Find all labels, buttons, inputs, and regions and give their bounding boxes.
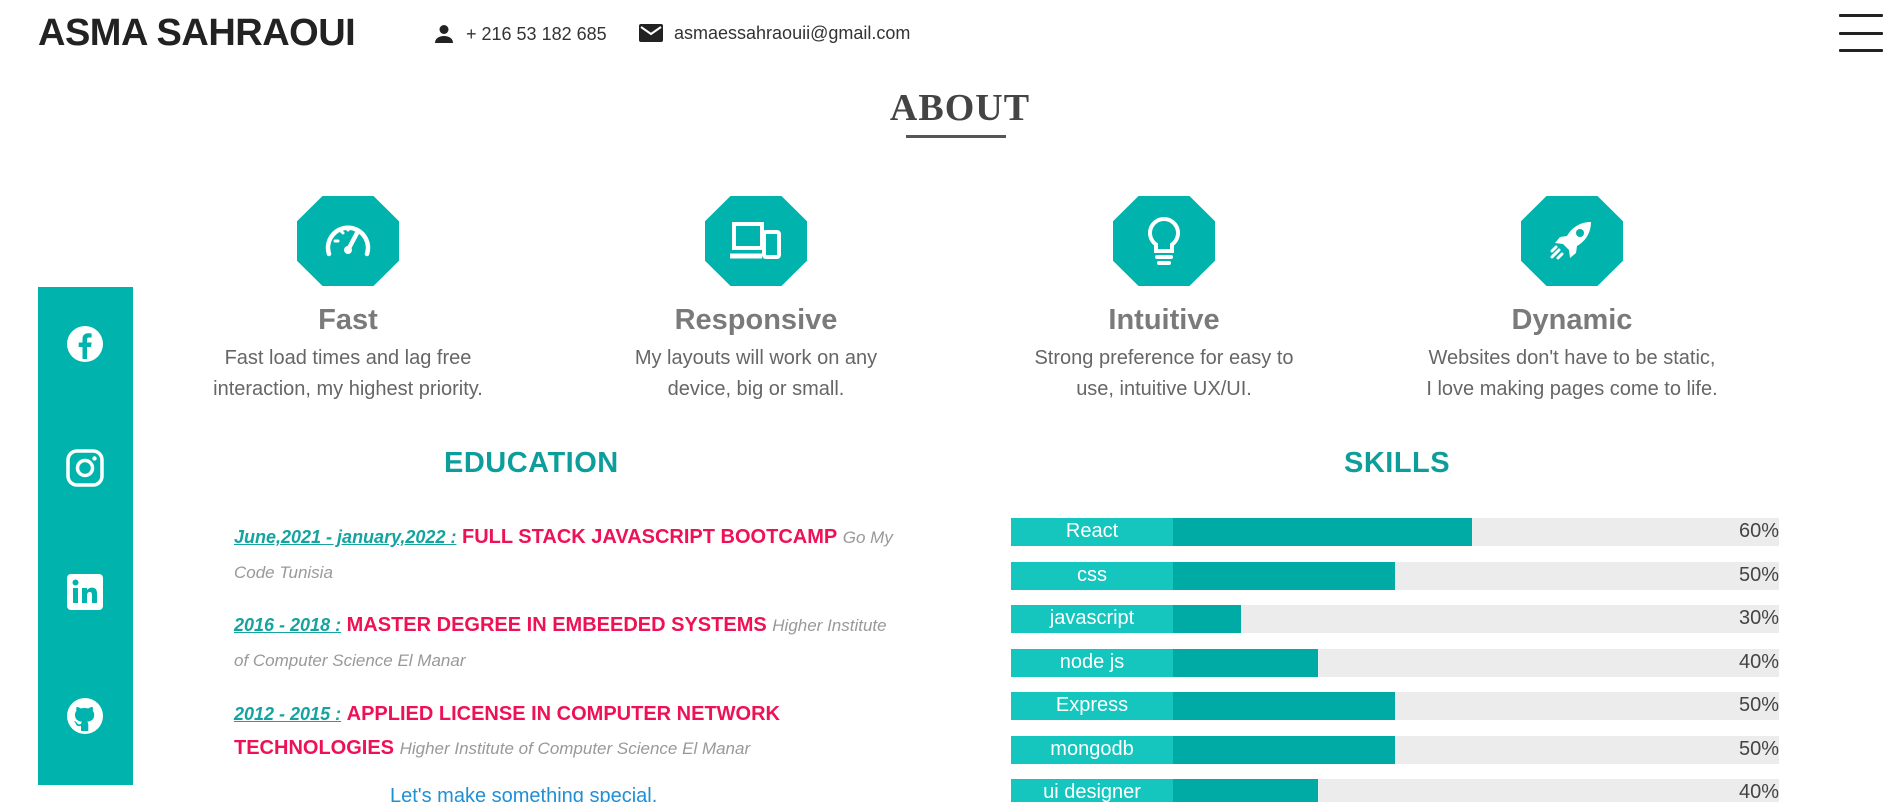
feature-title: Responsive — [674, 304, 838, 336]
skill-bar: node js 40% — [1011, 648, 1779, 677]
feature-responsive: Responsive My layouts will work on any de… — [586, 196, 926, 405]
site-name[interactable]: ASMA SAHRAOUI — [38, 12, 356, 55]
education-school: Higher Institute of Computer Science El … — [399, 739, 751, 758]
education-date: June,2021 - january,2022 : — [234, 527, 457, 547]
feature-title: Fast — [318, 304, 378, 336]
github-icon[interactable] — [66, 697, 104, 735]
email-address[interactable]: asmaessahraouii@gmail.com — [674, 23, 910, 44]
skill-percent: 50% — [1738, 737, 1779, 760]
feature-hexagon — [297, 196, 399, 286]
skill-name: javascript — [1011, 605, 1173, 633]
skill-percent: 40% — [1738, 650, 1779, 673]
linkedin-icon[interactable] — [66, 573, 104, 611]
speedometer-icon — [325, 225, 371, 257]
skill-name: css — [1011, 561, 1173, 590]
education-date: 2016 - 2018 : — [234, 615, 342, 635]
skill-name: Express — [1011, 692, 1173, 720]
rocket-icon — [1550, 222, 1591, 260]
contact-link[interactable]: Let's make something special. — [390, 785, 657, 802]
feature-description: Strong preference for easy to use, intuit… — [1034, 347, 1294, 400]
menu-icon[interactable] — [1839, 14, 1883, 52]
skill-percent: 50% — [1738, 563, 1779, 586]
feature-hexagon — [705, 196, 807, 286]
about-title: ABOUT — [889, 87, 1031, 129]
feature-description: Fast load times and lag free interaction,… — [213, 347, 483, 400]
feature-intuitive: Intuitive Strong preference for easy to u… — [994, 196, 1334, 405]
skill-bar: javascript 30% — [1011, 605, 1779, 633]
feature-hexagon — [1521, 196, 1623, 286]
education-item: 2016 - 2018 : MASTER DEGREE IN EMBEEDED … — [234, 608, 894, 678]
education-degree: FULL STACK JAVASCRIPT BOOTCAMP — [462, 526, 838, 548]
skill-name: React — [1011, 518, 1173, 546]
skill-bar: React 60% — [1011, 518, 1779, 546]
header: ASMA SAHRAOUI + 216 53 182 685 asmaessah… — [0, 0, 1887, 70]
skill-percent: 60% — [1738, 520, 1779, 542]
feature-hexagon — [1113, 196, 1215, 286]
skill-bar: ui designer 40% — [1011, 779, 1779, 802]
skill-percent: 30% — [1738, 607, 1779, 629]
feature-dynamic: Dynamic Websites don't have to be static… — [1402, 196, 1742, 405]
phone-contact: + 216 53 182 685 — [432, 22, 607, 46]
mail-icon — [639, 24, 663, 42]
feature-title: Dynamic — [1511, 304, 1633, 336]
feature-description: Websites don't have to be static, I love … — [1426, 347, 1718, 400]
title-underline — [906, 135, 1006, 138]
feature-fast: Fast Fast load times and lag free interac… — [178, 196, 518, 405]
skill-percent: 40% — [1738, 781, 1779, 802]
education-degree: MASTER DEGREE IN EMBEEDED SYSTEMS — [346, 614, 767, 636]
phone-number: + 216 53 182 685 — [466, 23, 607, 44]
skill-bar: Express 50% — [1011, 692, 1779, 720]
devices-icon — [730, 222, 781, 259]
education-date: 2012 - 2015 : — [234, 704, 342, 724]
feature-description: My layouts will work on any device, big o… — [634, 347, 878, 400]
feature-title: Intuitive — [1108, 304, 1220, 336]
education-title: EDUCATION — [444, 447, 619, 479]
skills-title: SKILLS — [1344, 447, 1451, 479]
skill-percent: 50% — [1738, 694, 1779, 716]
lightbulb-icon — [1148, 216, 1180, 265]
skill-name: node js — [1011, 648, 1173, 677]
person-icon — [435, 25, 453, 43]
skill-bar: mongodb 50% — [1011, 735, 1779, 764]
skill-name: ui designer — [1011, 779, 1173, 802]
education-item: June,2021 - january,2022 : FULL STACK JA… — [234, 520, 894, 590]
skill-bar: css 50% — [1011, 561, 1779, 590]
instagram-icon[interactable] — [66, 449, 104, 487]
social-sidebar — [38, 287, 133, 785]
facebook-icon[interactable] — [66, 325, 104, 363]
skill-name: mongodb — [1011, 735, 1173, 764]
email-contact: asmaessahraouii@gmail.com — [638, 22, 910, 44]
education-item: 2012 - 2015 : APPLIED LICENSE IN COMPUTE… — [234, 697, 894, 766]
